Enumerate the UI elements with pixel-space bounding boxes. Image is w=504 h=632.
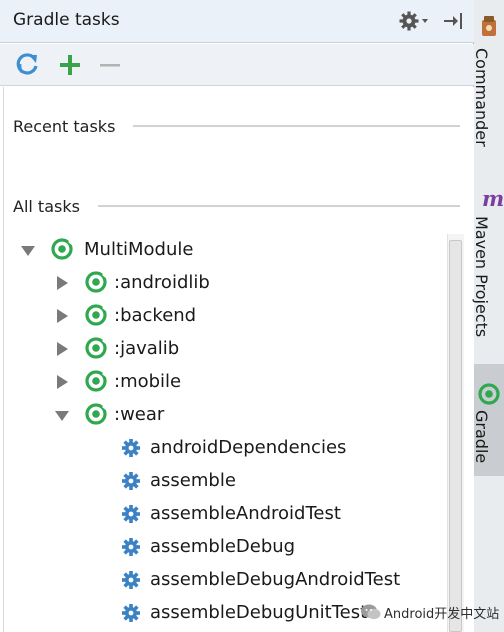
panel-title: Gradle tasks (13, 10, 120, 30)
add-button[interactable] (56, 52, 84, 78)
refresh-button[interactable] (14, 52, 42, 78)
tree-node-label: :androidlib (114, 272, 210, 293)
gradle-module-icon (85, 271, 107, 293)
tree-node-label: :javalib (114, 338, 180, 359)
gradle-module-icon (85, 370, 107, 392)
wechat-icon (361, 604, 381, 620)
task-gear-icon (122, 571, 140, 589)
tree-node-root[interactable]: MultiModule (18, 236, 438, 264)
tree-node-module[interactable]: :javalib (52, 335, 442, 363)
task-label: assembleAndroidTest (150, 503, 341, 524)
task-gear-icon (122, 439, 140, 457)
collapsed-arrow-icon[interactable] (54, 308, 70, 324)
gradle-module-icon (85, 304, 107, 326)
tab-label: Maven Projects (472, 216, 491, 338)
gradle-module-icon (85, 403, 107, 425)
title-bar: Gradle tasks (0, 0, 474, 43)
task-label: assembleDebugAndroidTest (150, 569, 401, 590)
tree-node-label: MultiModule (84, 239, 194, 260)
add-icon (60, 55, 80, 75)
tree-node-label: :wear (114, 404, 165, 425)
gradle-tool-window: Gradle tasks Recent tasks All tasks Mult… (0, 0, 474, 632)
watermark-text: Android开发中文站 (384, 607, 500, 622)
tab-label: Commander (472, 48, 491, 147)
tab-label: Gradle (472, 410, 491, 464)
gradle-module-icon (85, 337, 107, 359)
task-gear-icon (122, 505, 140, 523)
task-label: assembleDebugUnitTest (150, 602, 368, 623)
task-item[interactable]: assemble (120, 467, 440, 495)
task-gear-icon (122, 604, 140, 622)
all-tasks-divider (98, 205, 460, 207)
remove-icon (100, 64, 120, 67)
maven-icon: m (482, 186, 504, 211)
tree-node-module[interactable]: :mobile (52, 368, 442, 396)
scrollbar-thumb[interactable] (449, 240, 462, 632)
task-item[interactable]: assembleDebugAndroidTest (120, 566, 440, 594)
task-gear-icon (122, 472, 140, 490)
collapsed-arrow-icon[interactable] (54, 275, 70, 291)
task-label: assembleDebug (150, 536, 296, 557)
task-gear-icon (122, 538, 140, 556)
tree-node-module[interactable]: :androidlib (52, 269, 442, 297)
tree-node-module[interactable]: :wear (52, 401, 442, 429)
toolbar (0, 44, 474, 86)
tab-gradle[interactable]: Gradle (472, 364, 504, 476)
all-tasks-header: All tasks (13, 197, 80, 216)
task-label: assemble (150, 470, 236, 491)
recent-tasks-divider (133, 125, 460, 127)
hide-panel-button[interactable] (443, 9, 467, 33)
tree-node-label: :mobile (114, 371, 182, 392)
tab-commander[interactable]: Commander (472, 8, 504, 158)
settings-button[interactable] (398, 9, 434, 33)
gear-icon (399, 11, 428, 31)
tree-node-label: :backend (114, 305, 197, 326)
chevron-down-icon (422, 19, 428, 23)
gradle-project-icon (51, 238, 73, 260)
gradle-icon (478, 383, 500, 405)
tree-node-module[interactable]: :backend (52, 302, 442, 330)
task-item[interactable]: assembleAndroidTest (120, 500, 440, 528)
expanded-arrow-icon[interactable] (20, 242, 36, 258)
recent-tasks-header: Recent tasks (13, 117, 116, 136)
refresh-icon (16, 53, 38, 75)
remove-button[interactable] (96, 52, 124, 78)
tab-maven-projects[interactable]: m Maven Projects (472, 178, 504, 358)
hide-panel-icon (444, 13, 462, 29)
task-label: androidDependencies (150, 437, 347, 458)
expanded-arrow-icon[interactable] (54, 407, 70, 423)
task-item[interactable]: androidDependencies (120, 434, 440, 462)
commander-icon (482, 16, 496, 36)
task-item[interactable]: assembleDebug (120, 533, 440, 561)
collapsed-arrow-icon[interactable] (54, 374, 70, 390)
collapsed-arrow-icon[interactable] (54, 341, 70, 357)
